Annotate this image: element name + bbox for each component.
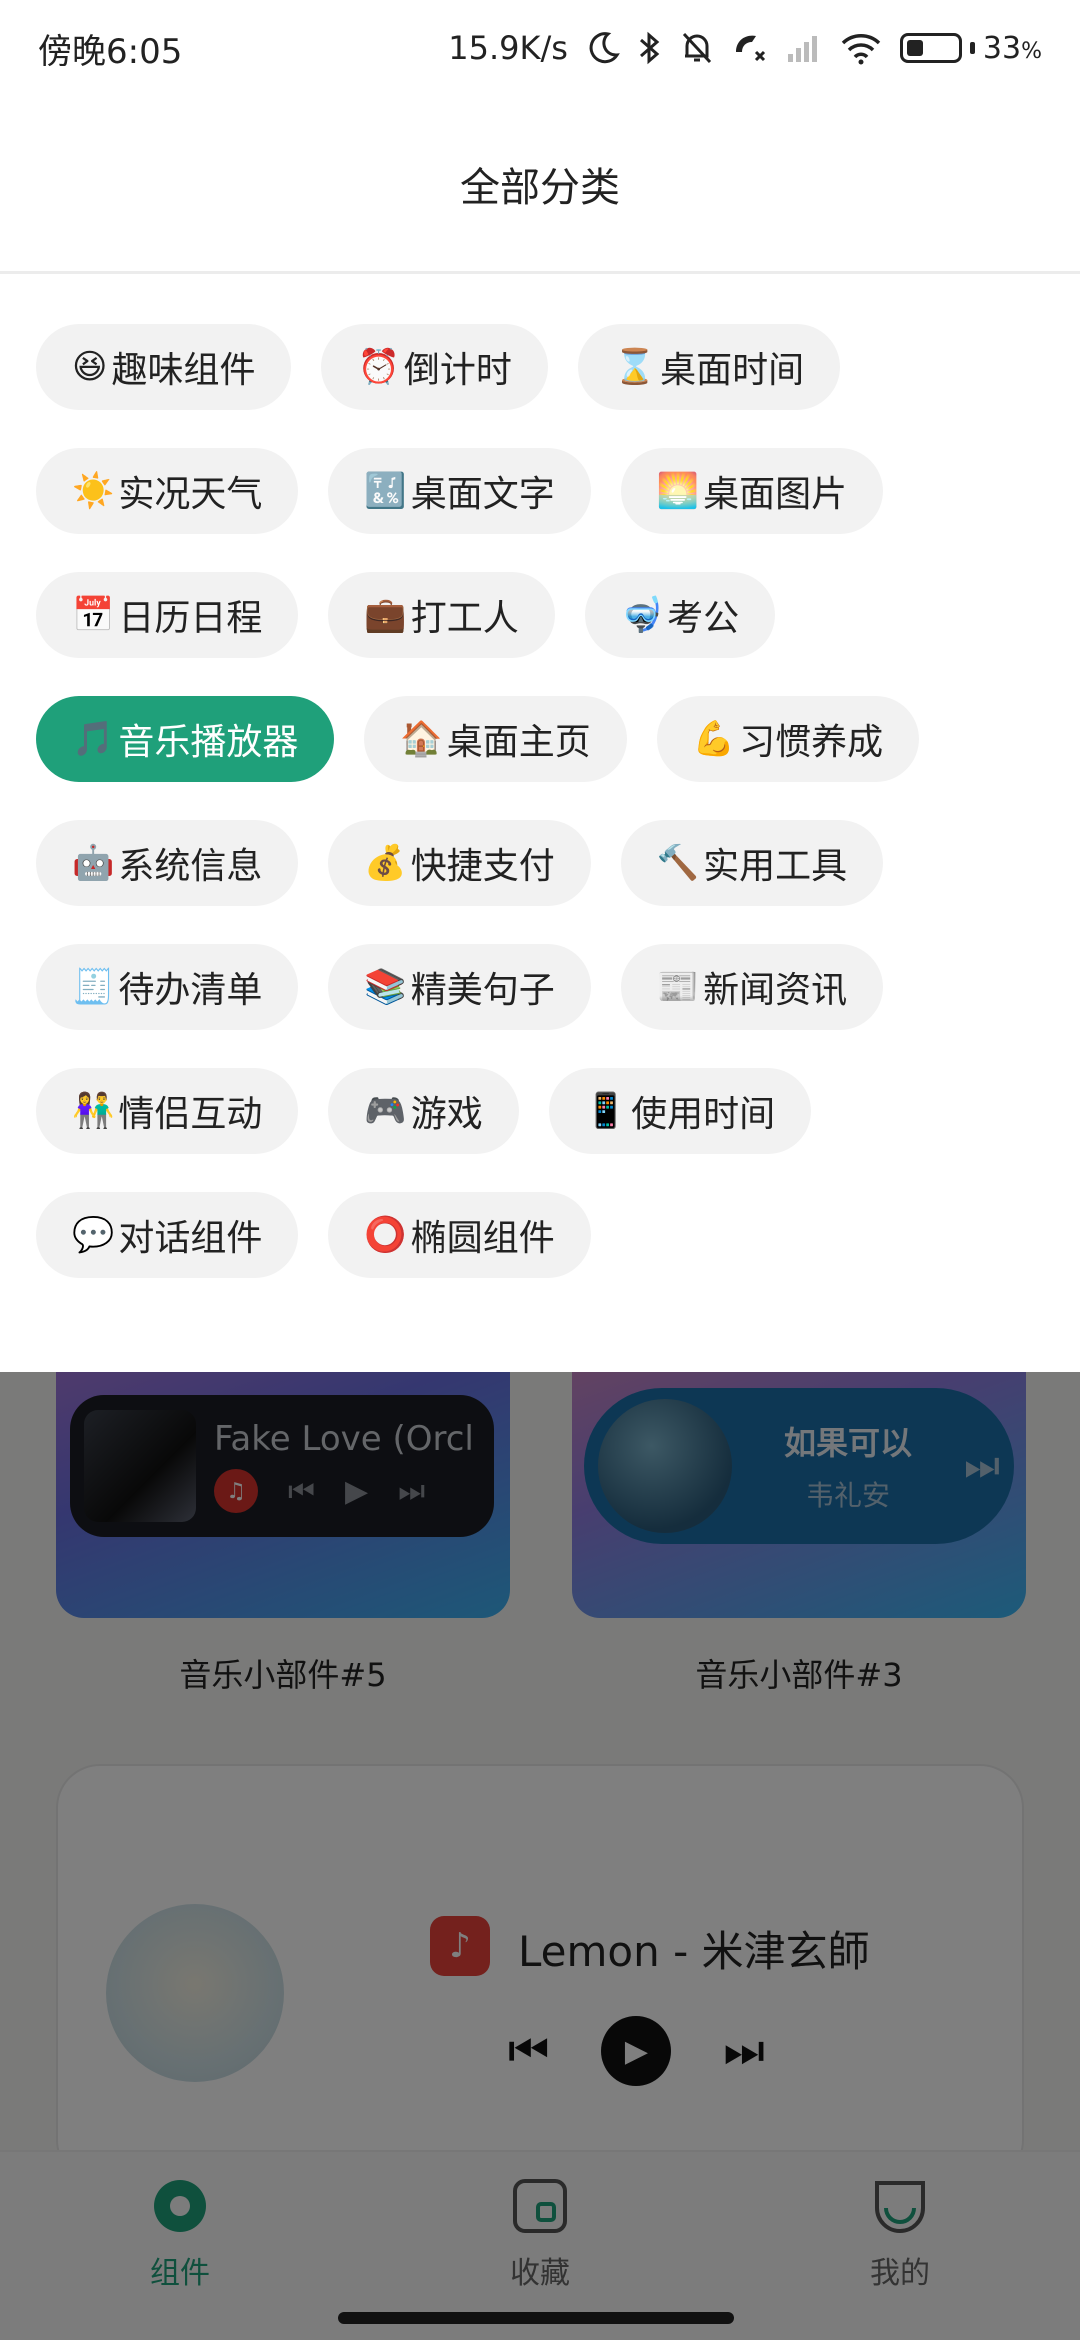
category-chip[interactable]: 👫 情侣互动 — [36, 1068, 299, 1154]
category-chip-list: 😆 趣味组件 ⏰ 倒计时 ⌛ 桌面时间 ☀️ 实况天气 🔣 桌面文字 🌅 桌面图片 📅 日历日程 💼 打工人 🤿… — [0, 274, 1080, 1278]
category-emoji-icon: 📰 — [656, 967, 700, 1007]
category-chip[interactable]: 📱 使用时间 — [548, 1068, 812, 1154]
category-emoji-icon: 🎮 — [364, 1091, 407, 1131]
category-label: 快捷支付 — [410, 846, 555, 887]
category-emoji-icon: 💪 — [692, 719, 736, 759]
category-emoji-icon: 💰 — [364, 843, 407, 883]
category-chip[interactable]: 😆 趣味组件 — [36, 324, 292, 410]
category-label: 考公 — [667, 598, 740, 639]
category-chip[interactable]: ⭕ 椭圆组件 — [328, 1192, 591, 1278]
sheet-title: 全部分类 — [0, 96, 1080, 274]
category-label: 音乐播放器 — [118, 722, 299, 763]
category-chip[interactable]: 🎮 游戏 — [328, 1068, 519, 1154]
category-chip[interactable]: 🤖 系统信息 — [36, 820, 299, 906]
category-label: 实用工具 — [703, 846, 848, 887]
category-emoji-icon: ⌛ — [613, 347, 657, 387]
category-label: 倒计时 — [403, 350, 512, 391]
category-label: 情侣互动 — [118, 1094, 263, 1135]
battery-indicator: 33% — [899, 30, 1042, 66]
category-emoji-icon: 😆 — [72, 347, 108, 387]
category-chip[interactable]: 💪 习惯养成 — [656, 696, 920, 782]
category-emoji-icon: 💼 — [364, 595, 407, 635]
category-label: 桌面图片 — [703, 474, 848, 515]
category-emoji-icon: ⭕ — [364, 1215, 407, 1255]
category-emoji-icon: ☀️ — [72, 471, 115, 511]
category-label: 桌面时间 — [660, 350, 805, 391]
category-label: 使用时间 — [631, 1094, 776, 1135]
category-label: 待办清单 — [118, 970, 263, 1011]
category-chip[interactable]: 🎵 音乐播放器 — [36, 696, 335, 782]
category-emoji-icon: ⏰ — [357, 347, 400, 387]
category-label: 游戏 — [410, 1094, 483, 1135]
category-label: 系统信息 — [118, 846, 263, 887]
category-label: 椭圆组件 — [410, 1218, 555, 1259]
category-label: 实况天气 — [118, 474, 263, 515]
category-chip[interactable]: 💼 打工人 — [328, 572, 555, 658]
category-chip[interactable]: 🧾 待办清单 — [36, 944, 299, 1030]
category-chip[interactable]: 📚 精美句子 — [328, 944, 591, 1030]
category-chip[interactable]: 💰 快捷支付 — [328, 820, 591, 906]
home-indicator[interactable] — [338, 2312, 734, 2324]
category-label: 精美句子 — [410, 970, 555, 1011]
bluetooth-icon — [639, 31, 660, 65]
category-emoji-icon: 🏠 — [400, 719, 443, 759]
network-speed: 15.9K/s — [448, 29, 568, 67]
signal-icon — [787, 36, 817, 62]
category-emoji-icon: 📱 — [584, 1091, 628, 1131]
category-label: 日历日程 — [118, 598, 263, 639]
category-chip[interactable]: ☀️ 实况天气 — [36, 448, 299, 534]
category-chip[interactable]: 🤿 考公 — [584, 572, 776, 658]
category-emoji-icon: 👫 — [72, 1091, 115, 1131]
category-chip[interactable]: 📰 新闻资讯 — [620, 944, 884, 1030]
moon-icon — [589, 32, 620, 64]
category-emoji-icon: 🤖 — [72, 843, 115, 883]
category-label: 习惯养成 — [739, 722, 884, 763]
battery-unit: % — [1021, 38, 1042, 64]
category-label: 对话组件 — [118, 1218, 263, 1259]
battery-percent: 33 — [982, 30, 1022, 66]
category-emoji-icon: 🌅 — [656, 471, 700, 511]
category-label: 新闻资讯 — [703, 970, 848, 1011]
category-chip[interactable]: 🔨 实用工具 — [620, 820, 884, 906]
category-emoji-icon: 🔣 — [364, 471, 407, 511]
category-emoji-icon: 🔨 — [656, 843, 700, 883]
call-forward-icon — [735, 35, 765, 62]
category-emoji-icon: 💬 — [72, 1215, 115, 1255]
category-chip[interactable]: ⌛ 桌面时间 — [577, 324, 841, 410]
category-label: 桌面文字 — [410, 474, 555, 515]
mute-bell-icon — [682, 32, 712, 64]
category-emoji-icon: 🤿 — [620, 595, 664, 635]
category-label: 桌面主页 — [446, 722, 591, 763]
wifi-icon — [841, 34, 881, 65]
category-chip[interactable]: 📅 日历日程 — [36, 572, 299, 658]
category-emoji-icon: 🎵 — [72, 719, 115, 759]
category-emoji-icon: 🧾 — [72, 967, 115, 1007]
status-time: 傍晚6:05 — [38, 31, 183, 72]
category-label: 趣味组件 — [111, 350, 256, 391]
category-chip[interactable]: 🌅 桌面图片 — [620, 448, 884, 534]
category-sheet: 全部分类 😆 趣味组件 ⏰ 倒计时 ⌛ 桌面时间 ☀️ 实况天气 🔣 桌面文字 🌅 桌面图片 📅 日历日程… — [0, 96, 1080, 1372]
category-emoji-icon: 📅 — [72, 595, 115, 635]
category-label: 打工人 — [410, 598, 519, 639]
category-emoji-icon: 📚 — [364, 967, 407, 1007]
category-chip[interactable]: 💬 对话组件 — [36, 1192, 299, 1278]
category-chip[interactable]: ⏰ 倒计时 — [321, 324, 548, 410]
status-bar: 傍晚6:05 15.9K/s 33% — [0, 0, 1080, 96]
category-chip[interactable]: 🏠 桌面主页 — [364, 696, 627, 782]
category-chip[interactable]: 🔣 桌面文字 — [328, 448, 591, 534]
